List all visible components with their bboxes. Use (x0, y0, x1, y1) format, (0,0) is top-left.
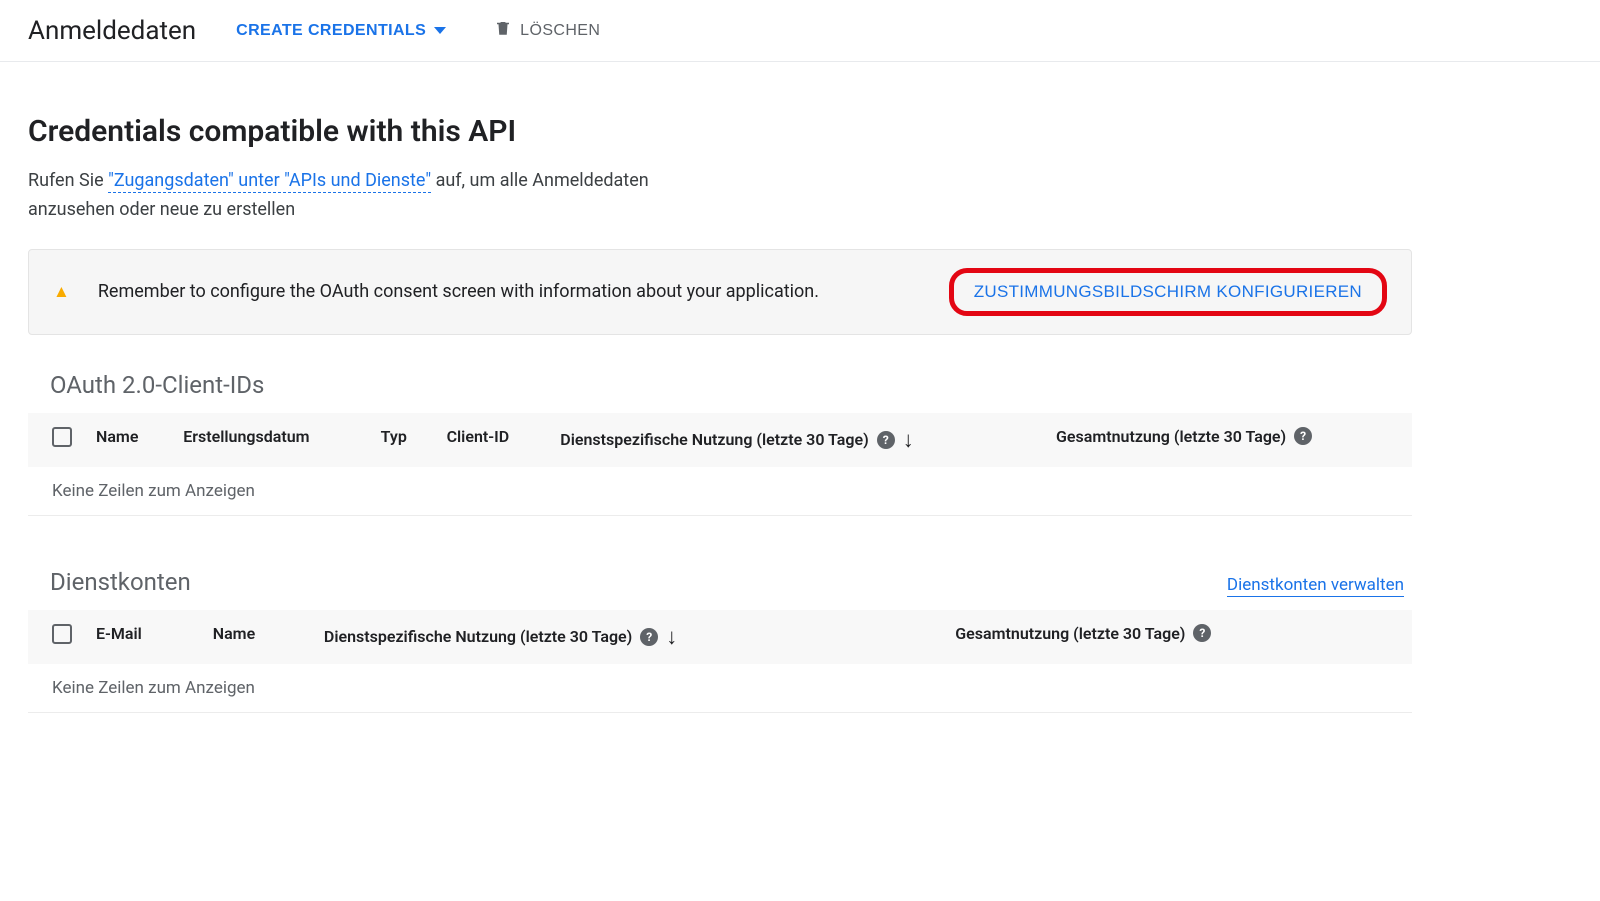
col-type[interactable]: Typ (369, 413, 435, 467)
warning-icon: ▲ (53, 282, 70, 302)
manage-service-accounts-link[interactable]: Dienstkonten verwalten (1227, 575, 1404, 597)
create-credentials-label: CREATE CREDENTIALS (236, 22, 426, 40)
intro-heading: Credentials compatible with this API (28, 114, 1412, 149)
help-icon[interactable]: ? (877, 431, 895, 449)
delete-label: LÖSCHEN (520, 22, 600, 40)
col-service-usage-label: Dienstspezifische Nutzung (letzte 30 Tag… (560, 430, 868, 449)
table-empty-row: Keine Zeilen zum Anzeigen (28, 467, 1412, 516)
select-all-checkbox[interactable] (52, 624, 72, 644)
select-all-checkbox[interactable] (52, 427, 72, 447)
col-total-usage[interactable]: Gesamtnutzung (letzte 30 Tage) ? (943, 610, 1412, 664)
page-title: Anmeldedaten (28, 16, 196, 46)
help-icon[interactable]: ? (640, 628, 658, 646)
content: Credentials compatible with this API Ruf… (0, 62, 1440, 773)
col-service-usage[interactable]: Dienstspezifische Nutzung (letzte 30 Tag… (312, 610, 943, 664)
chevron-down-icon (434, 27, 446, 34)
empty-message: Keine Zeilen zum Anzeigen (28, 467, 1412, 516)
col-client-id[interactable]: Client-ID (435, 413, 549, 467)
trash-icon (494, 18, 512, 43)
help-icon[interactable]: ? (1294, 427, 1312, 445)
table-empty-row: Keine Zeilen zum Anzeigen (28, 664, 1412, 713)
delete-button[interactable]: LÖSCHEN (486, 12, 608, 49)
sort-down-icon[interactable]: ↓ (903, 427, 914, 453)
service-accounts-table: E-Mail Name Dienstspezifische Nutzung (l… (28, 610, 1412, 713)
configure-consent-button[interactable]: ZUSTIMMUNGSBILDSCHIRM KONFIGURIEREN (968, 281, 1368, 303)
oauth-table: Name Erstellungsdatum Typ Client-ID Dien… (28, 413, 1412, 516)
sort-down-icon[interactable]: ↓ (666, 624, 677, 650)
credentials-link[interactable]: "Zugangsdaten" unter "APIs und Dienste" (108, 170, 431, 193)
col-total-usage-label: Gesamtnutzung (letzte 30 Tage) (1056, 427, 1286, 446)
empty-message: Keine Zeilen zum Anzeigen (28, 664, 1412, 713)
intro-desc-prefix: Rufen Sie (28, 170, 108, 191)
col-service-usage-label: Dienstspezifische Nutzung (letzte 30 Tag… (324, 627, 632, 646)
col-total-usage[interactable]: Gesamtnutzung (letzte 30 Tage) ? (1044, 413, 1412, 467)
col-service-usage[interactable]: Dienstspezifische Nutzung (letzte 30 Tag… (548, 413, 1044, 467)
intro-description: Rufen Sie "Zugangsdaten" unter "APIs und… (28, 167, 708, 225)
col-name[interactable]: Name (84, 413, 171, 467)
consent-banner: ▲ Remember to configure the OAuth consen… (28, 249, 1412, 335)
topbar: Anmeldedaten CREATE CREDENTIALS LÖSCHEN (0, 0, 1600, 62)
oauth-title: OAuth 2.0-Client-IDs (50, 371, 1412, 399)
annotation-highlight: ZUSTIMMUNGSBILDSCHIRM KONFIGURIEREN (949, 268, 1387, 316)
col-created[interactable]: Erstellungsdatum (171, 413, 368, 467)
oauth-section: OAuth 2.0-Client-IDs Name Erstellungsdat… (28, 371, 1412, 516)
table-header-row: Name Erstellungsdatum Typ Client-ID Dien… (28, 413, 1412, 467)
table-header-row: E-Mail Name Dienstspezifische Nutzung (l… (28, 610, 1412, 664)
create-credentials-button[interactable]: CREATE CREDENTIALS (228, 16, 454, 46)
col-name[interactable]: Name (201, 610, 312, 664)
service-accounts-title: Dienstkonten (50, 568, 191, 596)
help-icon[interactable]: ? (1193, 624, 1211, 642)
service-accounts-section: Dienstkonten Dienstkonten verwalten E-Ma… (28, 548, 1412, 713)
consent-banner-text: Remember to configure the OAuth consent … (98, 281, 921, 302)
col-email[interactable]: E-Mail (84, 610, 201, 664)
col-total-usage-label: Gesamtnutzung (letzte 30 Tage) (955, 624, 1185, 643)
